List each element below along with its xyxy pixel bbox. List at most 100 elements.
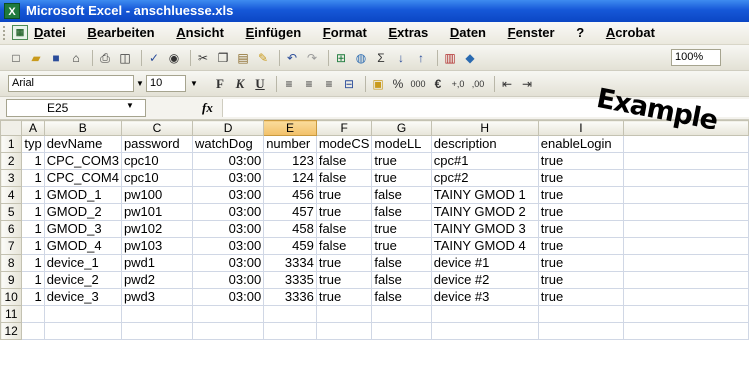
- cell[interactable]: cpc#2: [430, 169, 539, 187]
- row-header[interactable]: 5: [0, 203, 23, 221]
- copy-icon[interactable]: ❐: [215, 50, 231, 66]
- cell[interactable]: [430, 322, 539, 340]
- cell[interactable]: true: [537, 271, 624, 289]
- cell[interactable]: 3336: [263, 288, 317, 306]
- sort-ascending-icon[interactable]: ↓: [393, 50, 409, 66]
- drawing-icon[interactable]: ◆: [462, 50, 478, 66]
- cell[interactable]: true: [537, 169, 624, 187]
- permission-icon[interactable]: ⌂: [68, 50, 84, 66]
- cell[interactable]: true: [315, 254, 373, 272]
- column-header[interactable]: [622, 120, 749, 136]
- cell[interactable]: 1: [21, 271, 45, 289]
- row-header[interactable]: 4: [0, 186, 23, 204]
- cell[interactable]: pwd1: [120, 254, 193, 272]
- cell[interactable]: 3334: [263, 254, 317, 272]
- row-header[interactable]: 2: [0, 152, 23, 170]
- cell[interactable]: true: [537, 254, 624, 272]
- column-header[interactable]: D: [191, 120, 265, 136]
- autosum-icon[interactable]: Σ: [373, 50, 389, 66]
- column-header[interactable]: A: [21, 120, 45, 136]
- cell[interactable]: cpc#1: [430, 152, 539, 170]
- cell[interactable]: true: [371, 220, 432, 238]
- column-header[interactable]: C: [120, 120, 193, 136]
- align-right-icon[interactable]: ≡: [321, 76, 337, 92]
- cell[interactable]: pw101: [120, 203, 193, 221]
- cell[interactable]: true: [371, 169, 432, 187]
- excel-icon[interactable]: X: [4, 3, 20, 19]
- cell[interactable]: [21, 322, 45, 340]
- open-folder-icon[interactable]: ▰: [28, 50, 44, 66]
- research-icon[interactable]: ◉: [166, 50, 182, 66]
- cell[interactable]: modeLL: [371, 135, 432, 153]
- cell[interactable]: device_1: [43, 254, 122, 272]
- cell[interactable]: CPC_COM3: [43, 152, 122, 170]
- cell[interactable]: [120, 322, 193, 340]
- cell[interactable]: [263, 305, 317, 323]
- cell[interactable]: true: [537, 237, 624, 255]
- column-header[interactable]: I: [537, 120, 624, 136]
- menu-help[interactable]: ?: [576, 25, 584, 40]
- row-header[interactable]: 10: [0, 288, 23, 306]
- cell[interactable]: [371, 322, 432, 340]
- formula-input[interactable]: [222, 99, 749, 117]
- chevron-down-icon[interactable]: ▼: [188, 75, 200, 92]
- cell[interactable]: 03:00: [191, 169, 265, 187]
- cell[interactable]: [371, 305, 432, 323]
- cell[interactable]: [315, 322, 373, 340]
- cell[interactable]: [622, 271, 749, 289]
- cell[interactable]: false: [371, 288, 432, 306]
- cell[interactable]: true: [371, 237, 432, 255]
- cell[interactable]: [537, 305, 624, 323]
- menu-einfuegen[interactable]: Einfügen: [246, 25, 302, 40]
- bold-button[interactable]: F: [212, 76, 228, 92]
- menu-ansicht[interactable]: Ansicht: [176, 25, 224, 40]
- cell[interactable]: cpc10: [120, 169, 193, 187]
- cell[interactable]: false: [315, 169, 373, 187]
- document-icon[interactable]: ▦: [12, 25, 28, 40]
- cell[interactable]: 03:00: [191, 254, 265, 272]
- cell[interactable]: 123: [263, 152, 317, 170]
- row-header[interactable]: 11: [0, 305, 23, 323]
- cell[interactable]: devName: [43, 135, 122, 153]
- cell[interactable]: [622, 186, 749, 204]
- name-box[interactable]: E25: [6, 99, 146, 117]
- cell[interactable]: [622, 237, 749, 255]
- menu-daten[interactable]: Daten: [450, 25, 486, 40]
- cell[interactable]: false: [371, 186, 432, 204]
- cell[interactable]: typ: [21, 135, 45, 153]
- undo-icon[interactable]: ↶: [284, 50, 300, 66]
- row-header[interactable]: 9: [0, 271, 23, 289]
- column-header[interactable]: F: [315, 120, 373, 136]
- print-preview-icon[interactable]: ◫: [117, 50, 133, 66]
- cell[interactable]: [622, 288, 749, 306]
- row-header[interactable]: 3: [0, 169, 23, 187]
- cell[interactable]: 03:00: [191, 288, 265, 306]
- cell[interactable]: [191, 322, 265, 340]
- cell[interactable]: [622, 220, 749, 238]
- cell[interactable]: true: [537, 203, 624, 221]
- cell[interactable]: false: [371, 254, 432, 272]
- cell[interactable]: 1: [21, 186, 45, 204]
- cell[interactable]: device #2: [430, 271, 539, 289]
- column-header[interactable]: G: [371, 120, 432, 136]
- cell[interactable]: [537, 322, 624, 340]
- cell[interactable]: false: [371, 203, 432, 221]
- increase-indent-icon[interactable]: ⇥: [519, 76, 535, 92]
- spreadsheet-grid[interactable]: A B C D E F G H I 1 typ devName password wat…: [0, 120, 749, 387]
- menu-fenster[interactable]: Fenster: [508, 25, 555, 40]
- cell[interactable]: 1: [21, 254, 45, 272]
- cell[interactable]: true: [315, 288, 373, 306]
- merge-center-icon[interactable]: ⊟: [341, 76, 357, 92]
- cell[interactable]: 03:00: [191, 220, 265, 238]
- zoom-select[interactable]: 100%: [671, 49, 721, 66]
- cell[interactable]: 1: [21, 203, 45, 221]
- cell[interactable]: TAINY GMOD 4: [430, 237, 539, 255]
- menu-datei[interactable]: Datei: [34, 25, 66, 40]
- underline-button[interactable]: U: [252, 76, 268, 92]
- cell[interactable]: pw103: [120, 237, 193, 255]
- row-header[interactable]: 1: [0, 135, 23, 153]
- cell[interactable]: GMOD_3: [43, 220, 122, 238]
- cell[interactable]: device #3: [430, 288, 539, 306]
- cell[interactable]: true: [371, 152, 432, 170]
- cell[interactable]: [622, 305, 749, 323]
